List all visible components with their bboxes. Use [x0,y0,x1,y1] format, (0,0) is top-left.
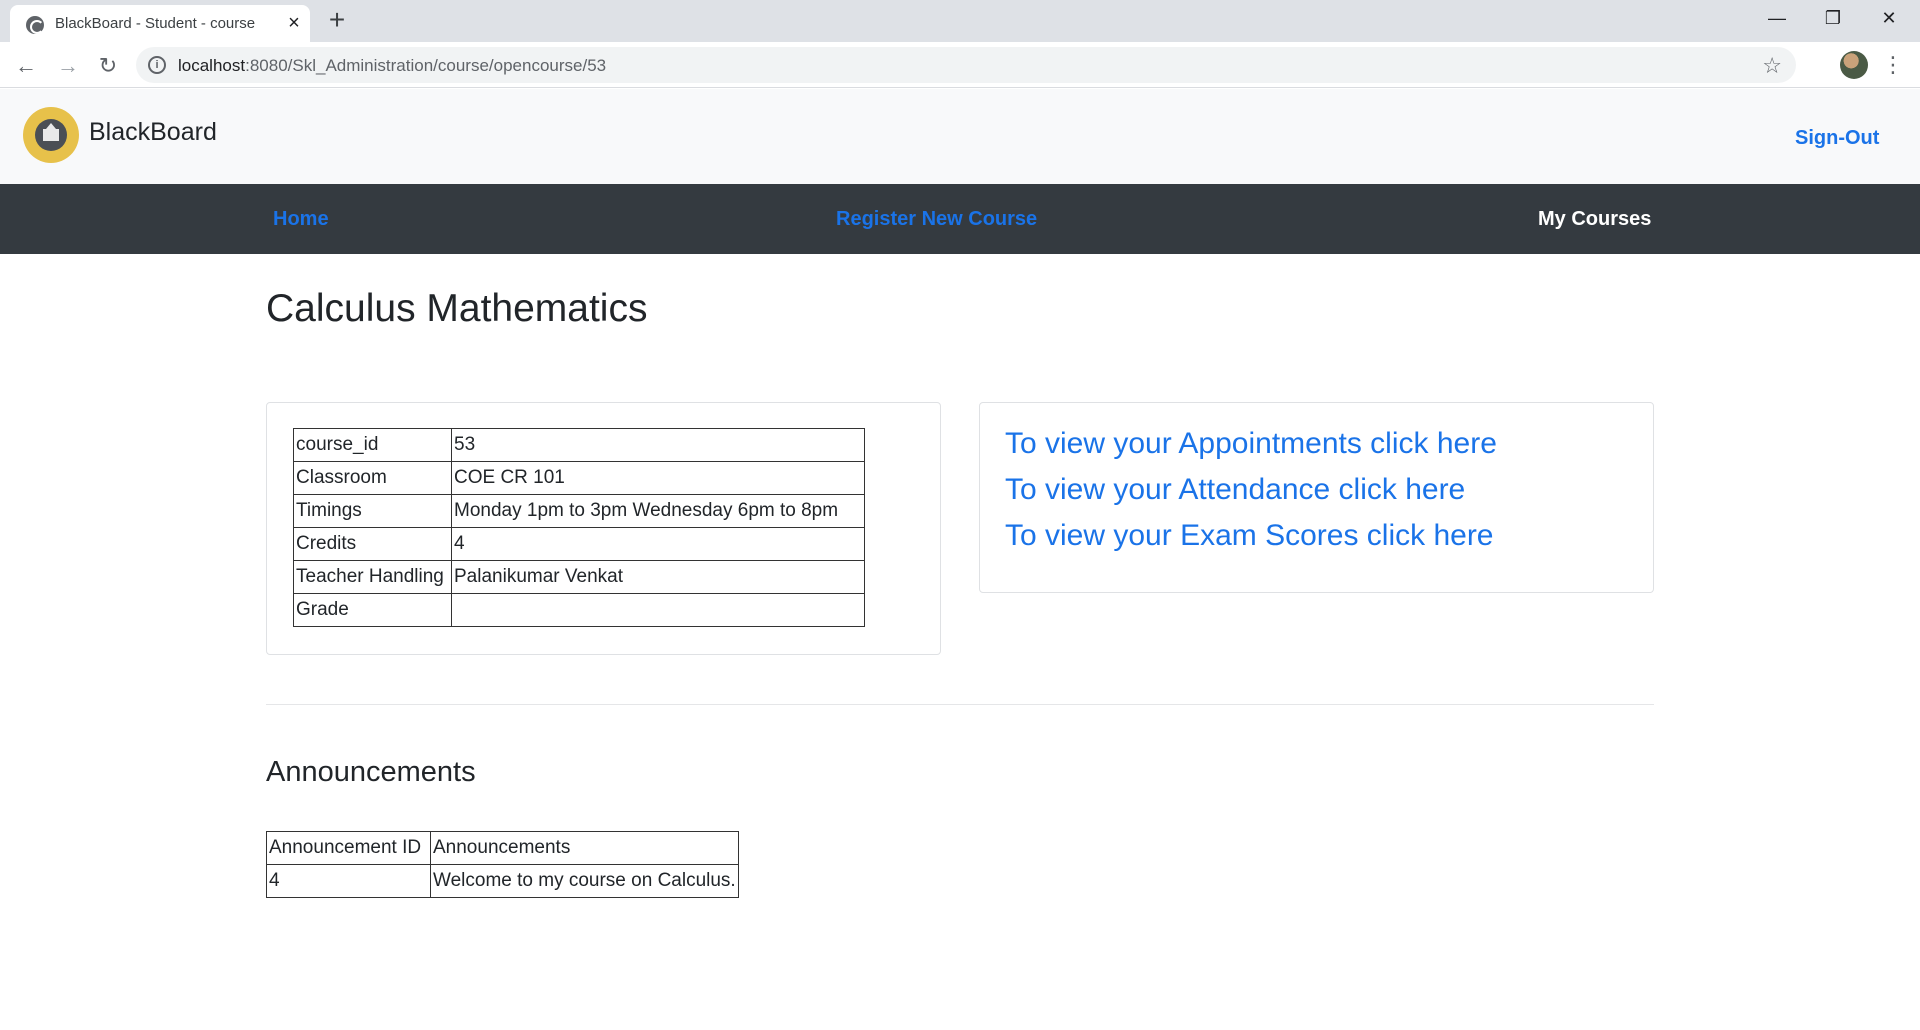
forward-arrow-icon[interactable]: → [52,50,84,82]
close-tab-icon[interactable]: × [282,11,306,35]
detail-value: Palanikumar Venkat [451,560,865,594]
nav-my-courses[interactable]: My Courses [1538,208,1651,231]
browser-tabstrip: BlackBoard - Student - course × + — ❐ ✕ [0,0,1920,42]
address-bar[interactable]: i localhost:8080/Skl_Administration/cour… [136,47,1796,83]
web-page: BlackBoard Sign-Out Home Register New Co… [0,89,1920,1030]
detail-key: Teacher Handling [293,560,452,594]
table-row: Credits 4 [293,527,865,561]
browser-toolbar: ← → ↻ i localhost:8080/Skl_Administratio… [0,42,1920,88]
brand-name[interactable]: BlackBoard [89,118,217,147]
appointments-link[interactable]: To view your Appointments click here [1005,427,1497,461]
divider [266,704,1654,705]
detail-value: 53 [451,428,865,462]
table-row: Grade [293,593,865,627]
announcements-table: Announcement ID Announcements 4 Welcome … [266,831,739,898]
announcements-heading: Announcements [266,756,476,788]
table-row: Teacher Handling Palanikumar Venkat [293,560,865,594]
detail-value: Monday 1pm to 3pm Wednesday 6pm to 8pm [451,494,865,528]
page-title: Calculus Mathematics [266,287,648,330]
kebab-menu-icon[interactable]: ⋮ [1882,51,1904,79]
reload-icon[interactable]: ↻ [92,50,124,82]
minimize-icon[interactable]: — [1750,0,1804,36]
detail-value [451,593,865,627]
announcement-id: 4 [266,864,431,898]
attendance-link[interactable]: To view your Attendance click here [1005,473,1465,507]
detail-key: Grade [293,593,452,627]
site-header: BlackBoard Sign-Out [0,89,1920,184]
detail-value: 4 [451,527,865,561]
course-details-table: course_id 53 Classroom COE CR 101 Timing… [293,428,865,627]
url-text[interactable]: localhost:8080/Skl_Administration/course… [178,56,606,76]
table-header-row: Announcement ID Announcements [266,831,739,865]
tab-title: BlackBoard - Student - course [55,15,256,32]
signout-link[interactable]: Sign-Out [1795,127,1879,150]
table-row: Classroom COE CR 101 [293,461,865,495]
table-row: Timings Monday 1pm to 3pm Wednesday 6pm … [293,494,865,528]
globe-icon [26,16,44,34]
window-close-icon[interactable]: ✕ [1862,0,1916,36]
quick-links-card: To view your Appointments click here To … [979,402,1654,593]
nav-home[interactable]: Home [273,208,329,231]
school-logo-icon[interactable] [23,107,79,163]
url-host: localhost [178,56,246,75]
bookmark-star-icon[interactable]: ☆ [1762,53,1782,79]
browser-tab[interactable]: BlackBoard - Student - course × [10,5,310,42]
nav-register-new-course[interactable]: Register New Course [836,208,1037,231]
announcement-text: Welcome to my course on Calculus. [430,864,739,898]
column-header: Announcements [430,831,739,865]
detail-value: COE CR 101 [451,461,865,495]
column-header: Announcement ID [266,831,431,865]
detail-key: Credits [293,527,452,561]
detail-key: course_id [293,428,452,462]
back-arrow-icon[interactable]: ← [10,50,42,82]
table-row: course_id 53 [293,428,865,462]
course-details-card: course_id 53 Classroom COE CR 101 Timing… [266,402,941,655]
detail-key: Timings [293,494,452,528]
restore-icon[interactable]: ❐ [1806,0,1860,36]
main-navbar: Home Register New Course My Courses [0,184,1920,254]
new-tab-icon[interactable]: + [322,6,352,36]
exam-scores-link[interactable]: To view your Exam Scores click here [1005,519,1494,553]
profile-avatar[interactable] [1840,51,1868,79]
detail-key: Classroom [293,461,452,495]
table-row: 4 Welcome to my course on Calculus. [266,864,739,898]
info-icon[interactable]: i [148,56,166,74]
url-path: :8080/Skl_Administration/course/opencour… [245,56,607,75]
